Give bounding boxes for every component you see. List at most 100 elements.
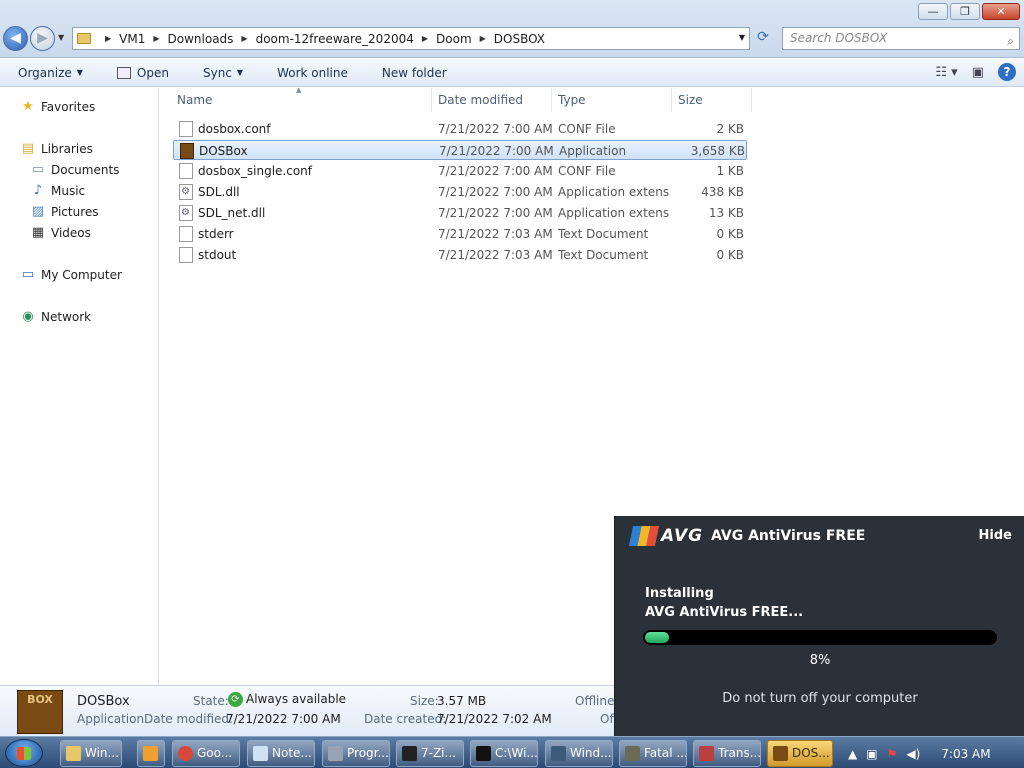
task-transmission[interactable]: Trans... — [693, 740, 761, 767]
minimize-button[interactable]: — — [918, 3, 948, 20]
refresh-icon[interactable]: ⟳ — [752, 29, 774, 49]
task-label: Goo... — [197, 746, 233, 760]
details-name: DOSBox — [77, 694, 130, 709]
work-online-button[interactable]: Work online — [259, 66, 364, 80]
details-state-label: State: — [193, 694, 229, 708]
nav-music[interactable]: ♪ Music — [30, 183, 85, 198]
column-header-date[interactable]: Date modified — [432, 88, 552, 112]
preview-pane-icon[interactable]: ▣ — [972, 65, 984, 80]
file-type: CONF File — [558, 122, 616, 136]
avg-logo-text: AVG — [661, 526, 704, 546]
file-size: 0 KB — [716, 248, 744, 262]
nav-my-computer[interactable]: ▭ My Computer — [20, 267, 122, 282]
file-row[interactable]: SDL.dll 7/21/2022 7:00 AM Application ex… — [173, 182, 747, 202]
back-button[interactable]: ◀ — [3, 26, 28, 51]
address-bar[interactable]: ▶ VM1 ▶ Downloads ▶ doom-12freeware_202004… — [72, 27, 750, 50]
chevron-down-icon: ▼ — [236, 68, 244, 77]
file-row-selected[interactable]: DOSBox 7/21/2022 7:00 AM Application 3,6… — [173, 140, 747, 160]
nav-documents-label: Documents — [51, 162, 120, 177]
organize-button[interactable]: Organize ▼ — [0, 66, 99, 80]
pictures-icon: ▨ — [31, 204, 45, 219]
task-fatal-error[interactable]: Fatal ... — [619, 740, 687, 767]
details-created-label: Date created: — [364, 712, 447, 726]
network-tray-icon[interactable]: ▣ — [866, 747, 877, 761]
nav-videos[interactable]: ▦ Videos — [30, 225, 91, 240]
file-date: 7/21/2022 7:00 AM — [438, 122, 553, 136]
forward-button[interactable]: ▶ — [30, 26, 55, 51]
breadcrumb-dosbox[interactable]: DOSBOX — [494, 32, 545, 46]
search-input[interactable]: Search DOSBOX ⌕ — [782, 27, 1020, 50]
sync-status-icon: ⟳ — [228, 692, 243, 707]
breadcrumb-doom[interactable]: Doom — [436, 32, 472, 46]
task-windows-explorer[interactable]: Win... — [60, 740, 122, 767]
new-folder-button[interactable]: New folder — [364, 66, 463, 80]
task-command-prompt[interactable]: C:\Wi... — [470, 740, 538, 767]
start-button[interactable] — [5, 739, 43, 767]
task-windows[interactable]: Wind... — [545, 740, 613, 767]
clock[interactable]: 7:03 AM — [941, 747, 990, 761]
nav-documents[interactable]: ▭ Documents — [30, 162, 120, 177]
file-row[interactable]: stderr 7/21/2022 7:03 AM Text Document 0… — [173, 224, 747, 244]
taskbar: Win... Goo... Note... Progr... 7-Zi... C… — [0, 736, 1024, 768]
7zip-icon — [402, 746, 417, 761]
task-google[interactable]: Goo... — [172, 740, 240, 767]
nav-libraries-label: Libraries — [41, 141, 93, 156]
chevron-right-icon[interactable]: ▶ — [153, 34, 159, 43]
file-row[interactable]: SDL_net.dll 7/21/2022 7:00 AM Applicatio… — [173, 203, 747, 223]
file-icon — [179, 163, 193, 179]
sync-button[interactable]: Sync ▼ — [185, 66, 259, 80]
restore-button[interactable]: ❐ — [950, 3, 980, 20]
chevron-right-icon[interactable]: ▶ — [480, 34, 486, 43]
tray-expand-icon[interactable]: ▲ — [848, 747, 857, 761]
volume-icon[interactable]: ◀) — [906, 747, 920, 761]
dll-file-icon — [179, 203, 193, 223]
column-header-size[interactable]: Size — [672, 88, 752, 112]
file-type: Text Document — [558, 248, 649, 262]
task-7zip[interactable]: 7-Zi... — [396, 740, 464, 767]
search-icon[interactable]: ⌕ — [1007, 31, 1014, 52]
details-offline: Offline — [575, 694, 615, 708]
flag-tray-icon[interactable]: ⚑ — [887, 747, 898, 761]
nav-favorites[interactable]: ★ Favorites — [20, 99, 95, 114]
task-notepad[interactable]: Note... — [247, 740, 315, 767]
avg-status-line2: AVG AntiVirus FREE... — [645, 605, 804, 620]
task-dosbox[interactable]: DOS... — [767, 740, 833, 767]
nav-libraries[interactable]: ▤ Libraries — [20, 141, 93, 156]
task-media[interactable] — [137, 740, 165, 767]
task-programs[interactable]: Progr... — [322, 740, 390, 767]
file-row[interactable]: dosbox.conf 7/21/2022 7:00 AM CONF File … — [173, 119, 747, 139]
breadcrumb-downloads[interactable]: Downloads — [168, 32, 234, 46]
details-modified-value: 7/21/2022 7:00 AM — [226, 712, 341, 726]
programs-icon — [328, 746, 343, 761]
open-button[interactable]: Open — [99, 66, 185, 80]
avg-progress-bar — [643, 630, 997, 645]
nav-network[interactable]: ◉ Network — [20, 309, 91, 324]
column-header-type[interactable]: Type — [552, 88, 672, 112]
recent-pages-dropdown[interactable]: ▼ — [58, 33, 64, 42]
file-row[interactable]: dosbox_single.conf 7/21/2022 7:00 AM CON… — [173, 161, 747, 181]
file-size: 13 KB — [708, 206, 744, 220]
file-name: DOSBox — [199, 144, 248, 158]
avg-title: AVG AntiVirus FREE — [711, 528, 866, 544]
help-icon[interactable]: ? — [998, 63, 1016, 81]
file-size: 1 KB — [716, 164, 744, 178]
file-name: stdout — [198, 248, 237, 262]
nav-videos-label: Videos — [51, 225, 91, 240]
file-type: Text Document — [558, 227, 649, 241]
breadcrumb-doom-freeware[interactable]: doom-12freeware_202004 — [256, 32, 414, 46]
dosbox-app-icon — [180, 143, 194, 159]
file-date: 7/21/2022 7:00 AM — [438, 164, 553, 178]
close-button[interactable]: ✕ — [982, 3, 1020, 20]
view-options-icon[interactable]: ☷ ▾ — [935, 65, 957, 80]
address-dropdown-icon[interactable]: ▼ — [739, 33, 745, 42]
breadcrumb-vm1[interactable]: VM1 — [119, 32, 145, 46]
column-header-name[interactable]: Name — [171, 88, 432, 112]
window-controls: — ❐ ✕ — [918, 3, 1020, 20]
avg-hide-button[interactable]: Hide — [979, 528, 1012, 543]
avg-status-line1: Installing — [645, 586, 714, 601]
nav-pictures[interactable]: ▨ Pictures — [30, 204, 99, 219]
chevron-right-icon[interactable]: ▶ — [422, 34, 428, 43]
chevron-right-icon[interactable]: ▶ — [241, 34, 247, 43]
chevron-right-icon[interactable]: ▶ — [105, 34, 111, 43]
file-row[interactable]: stdout 7/21/2022 7:03 AM Text Document 0… — [173, 245, 747, 265]
